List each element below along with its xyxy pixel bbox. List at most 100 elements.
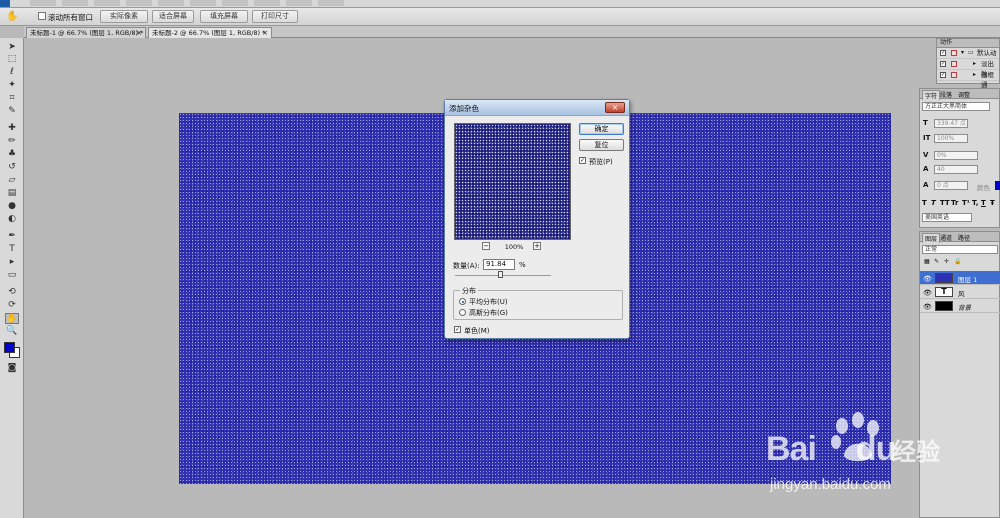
- blur-tool-icon[interactable]: ●: [5, 201, 19, 212]
- amount-slider-thumb[interactable]: [498, 271, 504, 278]
- menu-item[interactable]: [30, 0, 56, 6]
- kerning-field[interactable]: 0%: [934, 151, 978, 160]
- fill-screen-button[interactable]: 填充屏幕: [200, 10, 248, 23]
- amount-input[interactable]: 91.84: [483, 259, 515, 270]
- visibility-eye-icon[interactable]: 👁: [923, 275, 932, 283]
- uniform-radio[interactable]: [459, 298, 466, 305]
- superscript-icon[interactable]: T¹: [962, 199, 970, 207]
- visibility-eye-icon[interactable]: 👁: [923, 289, 932, 297]
- brush-tool-icon[interactable]: ✏: [5, 136, 19, 147]
- type-tool-icon[interactable]: T: [5, 244, 19, 255]
- expand-triangle-icon[interactable]: ▸: [973, 70, 976, 80]
- tab-paragraph[interactable]: 段落: [940, 90, 952, 99]
- hand-tool-icon[interactable]: ✋: [5, 313, 19, 324]
- text-color-swatch[interactable]: [995, 181, 1000, 190]
- fit-screen-button[interactable]: 适合屏幕: [152, 10, 194, 23]
- underline-icon[interactable]: T: [981, 199, 986, 207]
- menu-item[interactable]: [158, 0, 184, 6]
- eyedropper-tool-icon[interactable]: ✎: [5, 106, 19, 117]
- tab-adjustments[interactable]: 调整: [958, 90, 970, 99]
- actual-pixels-button[interactable]: 实际像素: [100, 10, 148, 23]
- layer-row[interactable]: 👁 T 风: [920, 285, 1000, 299]
- menu-item[interactable]: [94, 0, 120, 6]
- lock-pixels-icon[interactable]: ✎: [934, 258, 939, 265]
- document-tab-2[interactable]: 未标题-2 @ 66.7% (图层 1, RGB/8) * ×: [148, 27, 272, 38]
- lasso-tool-icon[interactable]: ℓ: [5, 67, 19, 78]
- font-size-field[interactable]: 339.47 点: [934, 119, 968, 128]
- document-tab-1[interactable]: 未标题-1 @ 66.7% (图层 1, RGB/8) * ×: [26, 27, 146, 38]
- action-row[interactable]: ✓ ▾ ▭ 默认动: [937, 48, 999, 59]
- tab-character[interactable]: 字符: [922, 90, 941, 100]
- expand-triangle-icon[interactable]: ▾: [961, 48, 964, 58]
- action-toggle-checkbox[interactable]: ✓: [940, 72, 946, 78]
- eraser-tool-icon[interactable]: ▱: [5, 175, 19, 186]
- zoom-in-button[interactable]: +: [533, 242, 541, 250]
- action-row[interactable]: ✓ ▸ 淡出效: [937, 59, 999, 78]
- monochromatic-checkbox[interactable]: ✓: [454, 326, 461, 333]
- lock-transparent-icon[interactable]: ▦: [924, 258, 930, 265]
- scroll-all-windows-checkbox[interactable]: [38, 12, 46, 20]
- baseline-shift-field[interactable]: 0 点: [934, 181, 968, 190]
- faux-bold-icon[interactable]: T: [922, 199, 927, 207]
- menu-item[interactable]: [254, 0, 280, 6]
- subscript-icon[interactable]: T,: [972, 199, 978, 207]
- lock-position-icon[interactable]: ✛: [944, 258, 949, 265]
- quick-mask-icon[interactable]: ◙: [5, 363, 19, 374]
- marquee-tool-icon[interactable]: ⬚: [5, 54, 19, 65]
- font-family-select[interactable]: 方正正大黑简体: [922, 102, 990, 111]
- small-caps-icon[interactable]: Tr: [951, 199, 958, 207]
- close-icon[interactable]: ×: [136, 28, 142, 38]
- lock-all-icon[interactable]: 🔒: [954, 258, 961, 265]
- magic-wand-tool-icon[interactable]: ✦: [5, 80, 19, 91]
- tab-layers[interactable]: 图层: [922, 233, 941, 243]
- clone-stamp-tool-icon[interactable]: ♣: [5, 149, 19, 160]
- foreground-color-swatch[interactable]: [4, 342, 15, 353]
- move-tool-icon[interactable]: ➤: [5, 42, 19, 53]
- expand-triangle-icon[interactable]: ▸: [973, 59, 976, 69]
- tab-paths[interactable]: 路径: [958, 233, 970, 242]
- action-toggle-checkbox[interactable]: ✓: [940, 50, 946, 56]
- menu-item[interactable]: [222, 0, 248, 6]
- history-brush-tool-icon[interactable]: ↺: [5, 162, 19, 173]
- noise-preview[interactable]: [454, 123, 571, 240]
- gradient-tool-icon[interactable]: ▤: [5, 188, 19, 199]
- shape-tool-icon[interactable]: ▭: [5, 270, 19, 281]
- layer-row[interactable]: 👁 图层 1: [920, 271, 1000, 285]
- healing-brush-tool-icon[interactable]: ✚: [5, 123, 19, 134]
- crop-tool-icon[interactable]: ⌗: [5, 93, 19, 104]
- path-selection-tool-icon[interactable]: ▸: [5, 257, 19, 268]
- tab-channels[interactable]: 通道: [940, 233, 952, 242]
- 3d-rotate-tool-icon[interactable]: ⟲: [5, 287, 19, 298]
- dialog-toggle-icon[interactable]: [951, 72, 957, 78]
- print-size-button[interactable]: 打印尺寸: [252, 10, 298, 23]
- dialog-toggle-icon[interactable]: [951, 50, 957, 56]
- menu-item[interactable]: [318, 0, 344, 6]
- dialog-title-bar[interactable]: 添加杂色 ×: [445, 100, 629, 116]
- vertical-scale-field[interactable]: 100%: [934, 134, 968, 143]
- dialog-toggle-icon[interactable]: [951, 61, 957, 67]
- dodge-tool-icon[interactable]: ◐: [5, 214, 19, 225]
- preview-checkbox[interactable]: ✓: [579, 157, 586, 164]
- menu-item[interactable]: [126, 0, 152, 6]
- language-select[interactable]: 美国英语: [922, 213, 972, 222]
- layer-row[interactable]: 👁 背景: [920, 299, 1000, 313]
- pen-tool-icon[interactable]: ✒: [5, 231, 19, 242]
- actions-tab[interactable]: 动作: [937, 39, 999, 48]
- ok-button[interactable]: 确定: [579, 123, 624, 135]
- close-icon[interactable]: ×: [605, 102, 625, 113]
- gaussian-radio[interactable]: [459, 309, 466, 316]
- close-icon[interactable]: ×: [262, 28, 268, 38]
- all-caps-icon[interactable]: TT: [940, 199, 950, 207]
- tracking-field[interactable]: 40: [934, 165, 978, 174]
- menu-item[interactable]: [190, 0, 216, 6]
- visibility-eye-icon[interactable]: 👁: [923, 303, 932, 311]
- faux-italic-icon[interactable]: T: [931, 199, 936, 207]
- reset-button[interactable]: 复位: [579, 139, 624, 151]
- strikethrough-icon[interactable]: Ŧ: [990, 199, 995, 207]
- menu-item[interactable]: [62, 0, 88, 6]
- hand-tool-icon[interactable]: ✋: [6, 11, 18, 22]
- 3d-orbit-tool-icon[interactable]: ⟳: [5, 300, 19, 311]
- zoom-out-button[interactable]: −: [482, 242, 490, 250]
- action-row[interactable]: ✓ ▸ 画框通: [937, 70, 999, 89]
- menu-item[interactable]: [286, 0, 312, 6]
